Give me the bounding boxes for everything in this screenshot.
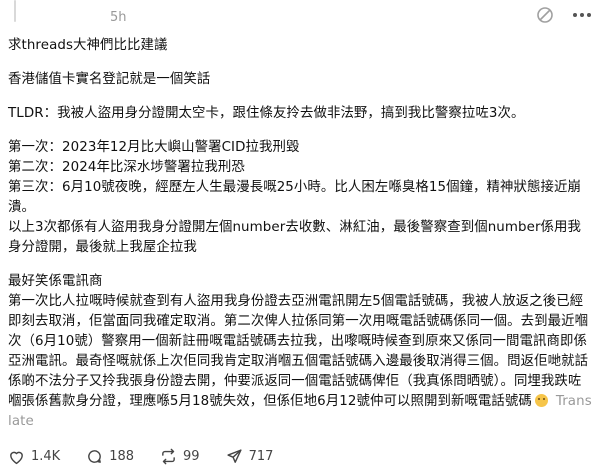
crying-face-emoji — [534, 394, 548, 407]
thread-connector-line — [14, 0, 16, 22]
share-icon — [226, 448, 243, 465]
carrier-heading: 最好笑係電訊商 — [8, 274, 103, 289]
post-header: 5h — [110, 8, 127, 26]
reply-button[interactable]: 188 — [86, 448, 134, 465]
like-count: 1.4K — [31, 449, 61, 464]
post-intro: 香港儲值卡實名登記就是一個笑話 — [8, 72, 211, 87]
post-header-actions — [536, 6, 592, 24]
thread-post: 5h 求threads大神們比比建議 香港儲值卡實名登記就是一個笑話 TLDR：… — [0, 0, 600, 470]
carrier-section: 最好笑係電訊商 第一次比人拉嘅時候就查到有人盜用我身份證去亞洲電訊開左5個電話號… — [8, 272, 592, 432]
post-tldr: TLDR：我被人盜用身分證開太空卡，跟住條友拎去做非法野，搞到我比警察拉咗3次。 — [8, 106, 525, 121]
repost-count: 99 — [183, 449, 200, 464]
repost-button[interactable]: 99 — [160, 448, 200, 465]
no-distraction-icon[interactable] — [536, 6, 554, 24]
heart-icon — [8, 449, 25, 465]
share-button[interactable]: 717 — [226, 448, 274, 465]
more-icon[interactable] — [572, 12, 592, 18]
carrier-body: 第一次比人拉嘅時候就查到有人盜用我身份證去亞洲電訊開左5個電話號碼，我被人放返之… — [8, 294, 589, 409]
post-actions: 1.4K 188 99 717 — [8, 448, 273, 465]
post-title: 求threads大神們比比建議 — [8, 38, 168, 53]
arrest-item: 第二次：2024年比深水埗警署拉我刑恐 — [8, 160, 245, 175]
reply-count: 188 — [109, 449, 135, 464]
arrest-summary: 以上3次都係有人盜用我身分證開左個number去收數、淋紅油，最後警察查到個nu… — [8, 220, 582, 255]
repost-icon — [160, 448, 177, 465]
post-body: 求threads大神們比比建議 香港儲值卡實名登記就是一個笑話 TLDR：我被人… — [8, 36, 592, 446]
arrest-item: 第一次：2023年12月比大嶼山警署CID拉我刑毀 — [8, 140, 300, 155]
arrest-list: 第一次：2023年12月比大嶼山警署CID拉我刑毀 第二次：2024年比深水埗警… — [8, 138, 592, 258]
arrest-item: 第三次：6月10號夜晚，經歷左人生最漫長嘅25小時。比人困左喺臭格15個鐘，精神… — [8, 180, 581, 215]
share-count: 717 — [248, 449, 274, 464]
like-button[interactable]: 1.4K — [8, 449, 60, 465]
post-timestamp: 5h — [110, 9, 127, 25]
comment-icon — [86, 448, 103, 465]
